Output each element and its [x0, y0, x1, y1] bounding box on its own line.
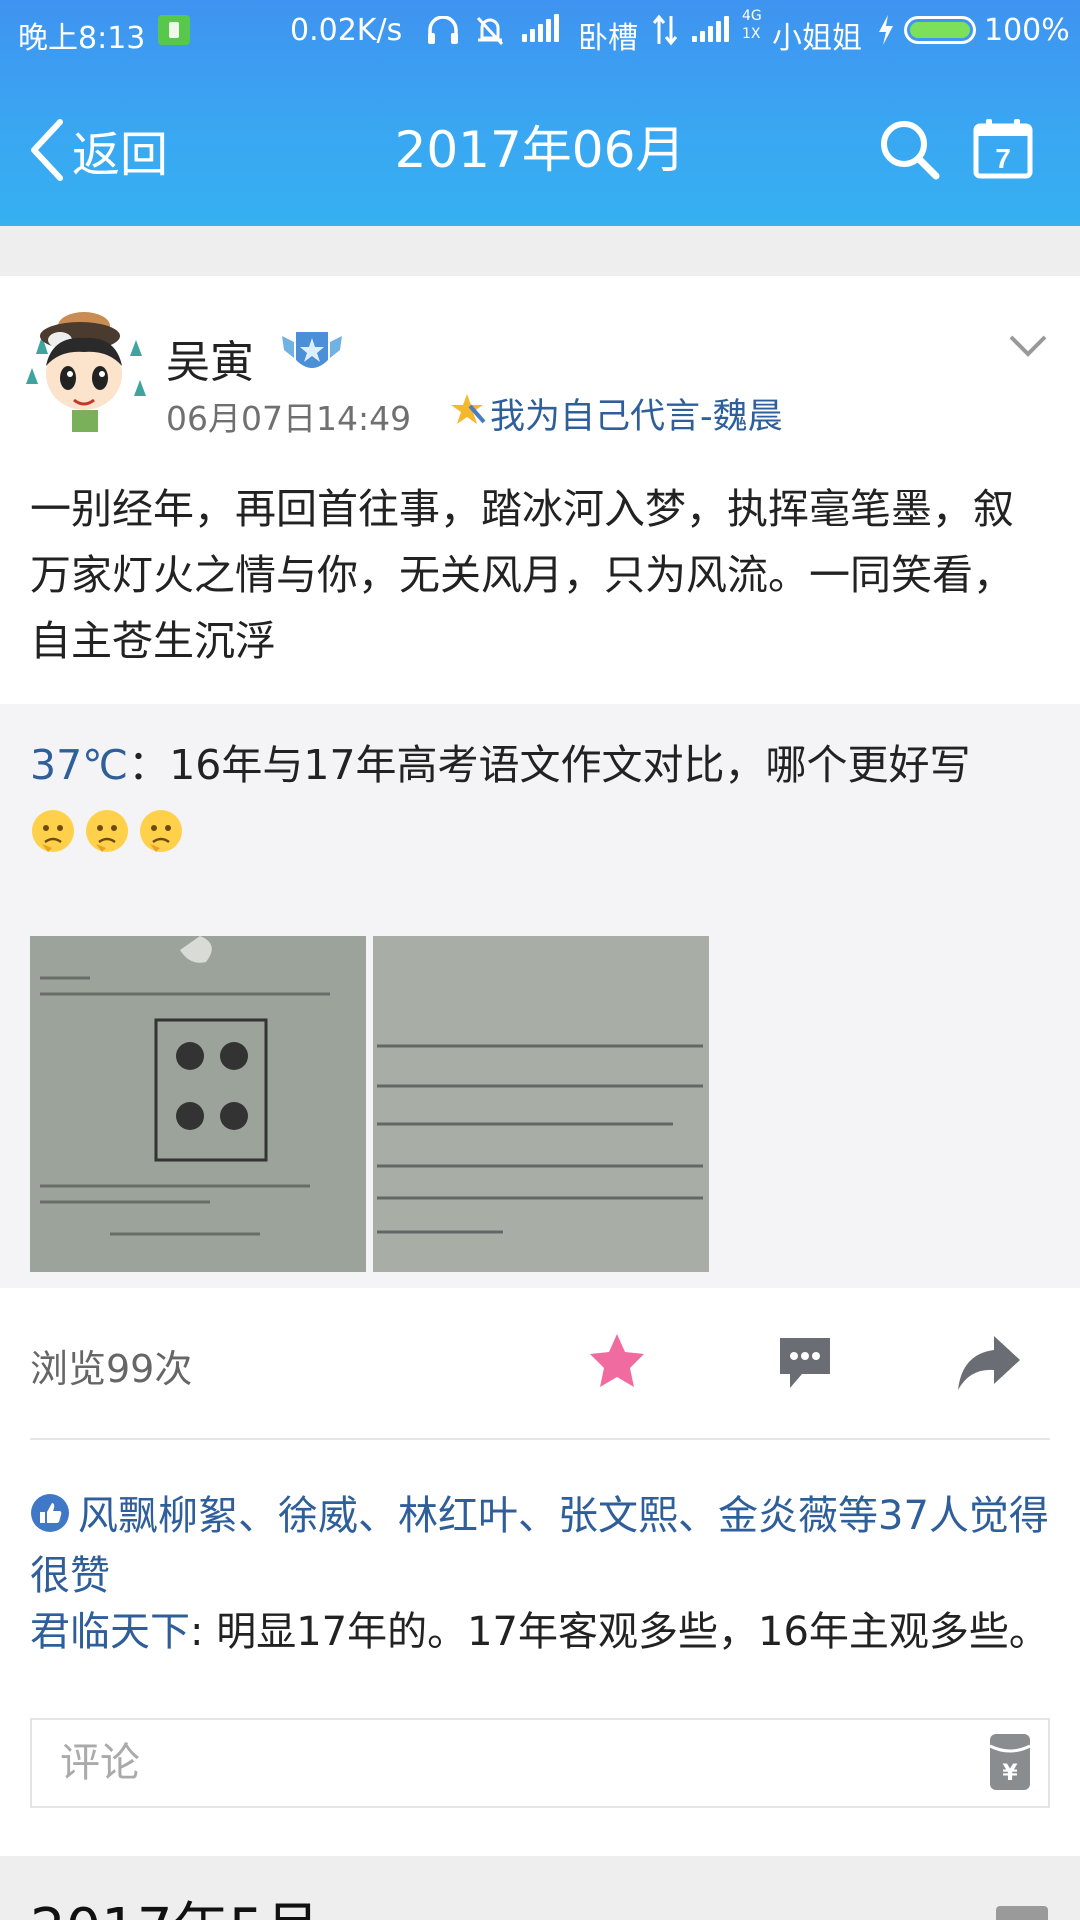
carrier-1: 卧槽: [578, 21, 638, 56]
repost-text-line: 37℃：16年与17年高考语文作文对比，哪个更好写: [30, 732, 1050, 798]
network-sub: 1X: [742, 26, 761, 42]
battery-percent: 100%: [984, 13, 1070, 48]
battery-icon: [904, 16, 976, 44]
data-transfer-icon: [652, 14, 678, 46]
app-header: 晚上8:13 0.02K/s 卧槽 4G 1X 小姐姐 100% 返回 2017…: [0, 0, 1080, 226]
repost-text: 16年与17年高考语文作文对比，哪个更好写: [169, 741, 971, 789]
likes-text: 风飘柳絮、徐威、林红叶、张文熙、金炎薇等37人觉得很赞: [30, 1493, 1049, 1599]
view-count: 浏览99次: [30, 1347, 193, 1391]
favorite-star-icon[interactable]: [586, 1330, 648, 1392]
topic-link[interactable]: 我为自己代言-魏晨: [490, 388, 783, 439]
thumbs-up-icon: [31, 1494, 69, 1532]
charging-icon: [879, 15, 893, 45]
comment-text: 明显17年的。17年客观多些，16年主观多些。: [216, 1609, 1049, 1655]
author-name[interactable]: 吴寅: [166, 326, 254, 390]
search-icon[interactable]: [876, 116, 942, 182]
likes-line[interactable]: 风飘柳絮、徐威、林红叶、张文熙、金炎薇等37人觉得很赞: [30, 1486, 1050, 1606]
nav-bar: 返回 2017年06月 7: [0, 100, 1080, 210]
worried-emoji-icon: [32, 810, 74, 852]
next-month-title: 2017年5月: [30, 1884, 320, 1920]
post-card: 吴寅 06月07日14:49 我为自己代言-魏晨 一别经年，再回首往事，踏冰河入…: [0, 276, 1080, 1856]
vip-badge-icon: [282, 332, 342, 368]
worried-emoji-icon: [140, 810, 182, 852]
repost-separator: ：: [128, 741, 170, 789]
post-timestamp: 06月07日14:49: [166, 399, 412, 438]
headphones-icon: [428, 16, 458, 44]
status-bar: 晚上8:13 0.02K/s 卧槽 4G 1X 小姐姐 100%: [0, 0, 1080, 62]
comment-separator: :: [190, 1609, 217, 1655]
photo-thumbnail[interactable]: [373, 936, 709, 1272]
star-tag-icon: [451, 394, 486, 424]
photo-thumbnail[interactable]: [30, 936, 366, 1272]
red-packet-icon[interactable]: ¥: [988, 1732, 1032, 1792]
signal-icon-2: [692, 14, 729, 42]
repost-block[interactable]: 37℃：16年与17年高考语文作文对比，哪个更好写: [0, 704, 1080, 1288]
calendar-day: 7: [995, 143, 1011, 174]
battery-saver-icon: [158, 15, 190, 45]
status-time: 晚上8:13: [18, 21, 146, 56]
calendar-icon[interactable]: 7: [972, 118, 1034, 180]
carrier-2: 小姐姐: [772, 21, 862, 56]
calendar-icon[interactable]: [996, 1906, 1048, 1920]
battery-fill: [910, 22, 970, 38]
share-arrow-icon[interactable]: [956, 1332, 1022, 1394]
signal-icon: [522, 14, 559, 42]
comment-box[interactable]: ¥: [30, 1718, 1050, 1808]
emoji-row: [30, 808, 184, 854]
divider: [30, 1438, 1050, 1440]
worried-emoji-icon: [86, 810, 128, 852]
post-text: 一别经年，再回首往事，踏冰河入梦，执挥毫笔墨，叙万家灯火之情与你，无关风月，只为…: [30, 485, 1014, 665]
network-type: 4G: [742, 8, 762, 24]
comment-input[interactable]: [60, 1720, 960, 1806]
comment-icon[interactable]: [774, 1332, 836, 1394]
svg-text:¥: ¥: [1002, 1761, 1018, 1786]
network-speed: 0.02K/s: [290, 13, 403, 48]
avatar[interactable]: [18, 296, 158, 436]
mute-bell-icon: [476, 16, 504, 46]
repost-user[interactable]: 37℃: [30, 741, 128, 789]
chevron-down-icon[interactable]: [1008, 334, 1048, 358]
comment-item[interactable]: 君临天下: 明显17年的。17年客观多些，16年主观多些。: [30, 1602, 1060, 1662]
comment-user[interactable]: 君临天下: [30, 1609, 190, 1655]
